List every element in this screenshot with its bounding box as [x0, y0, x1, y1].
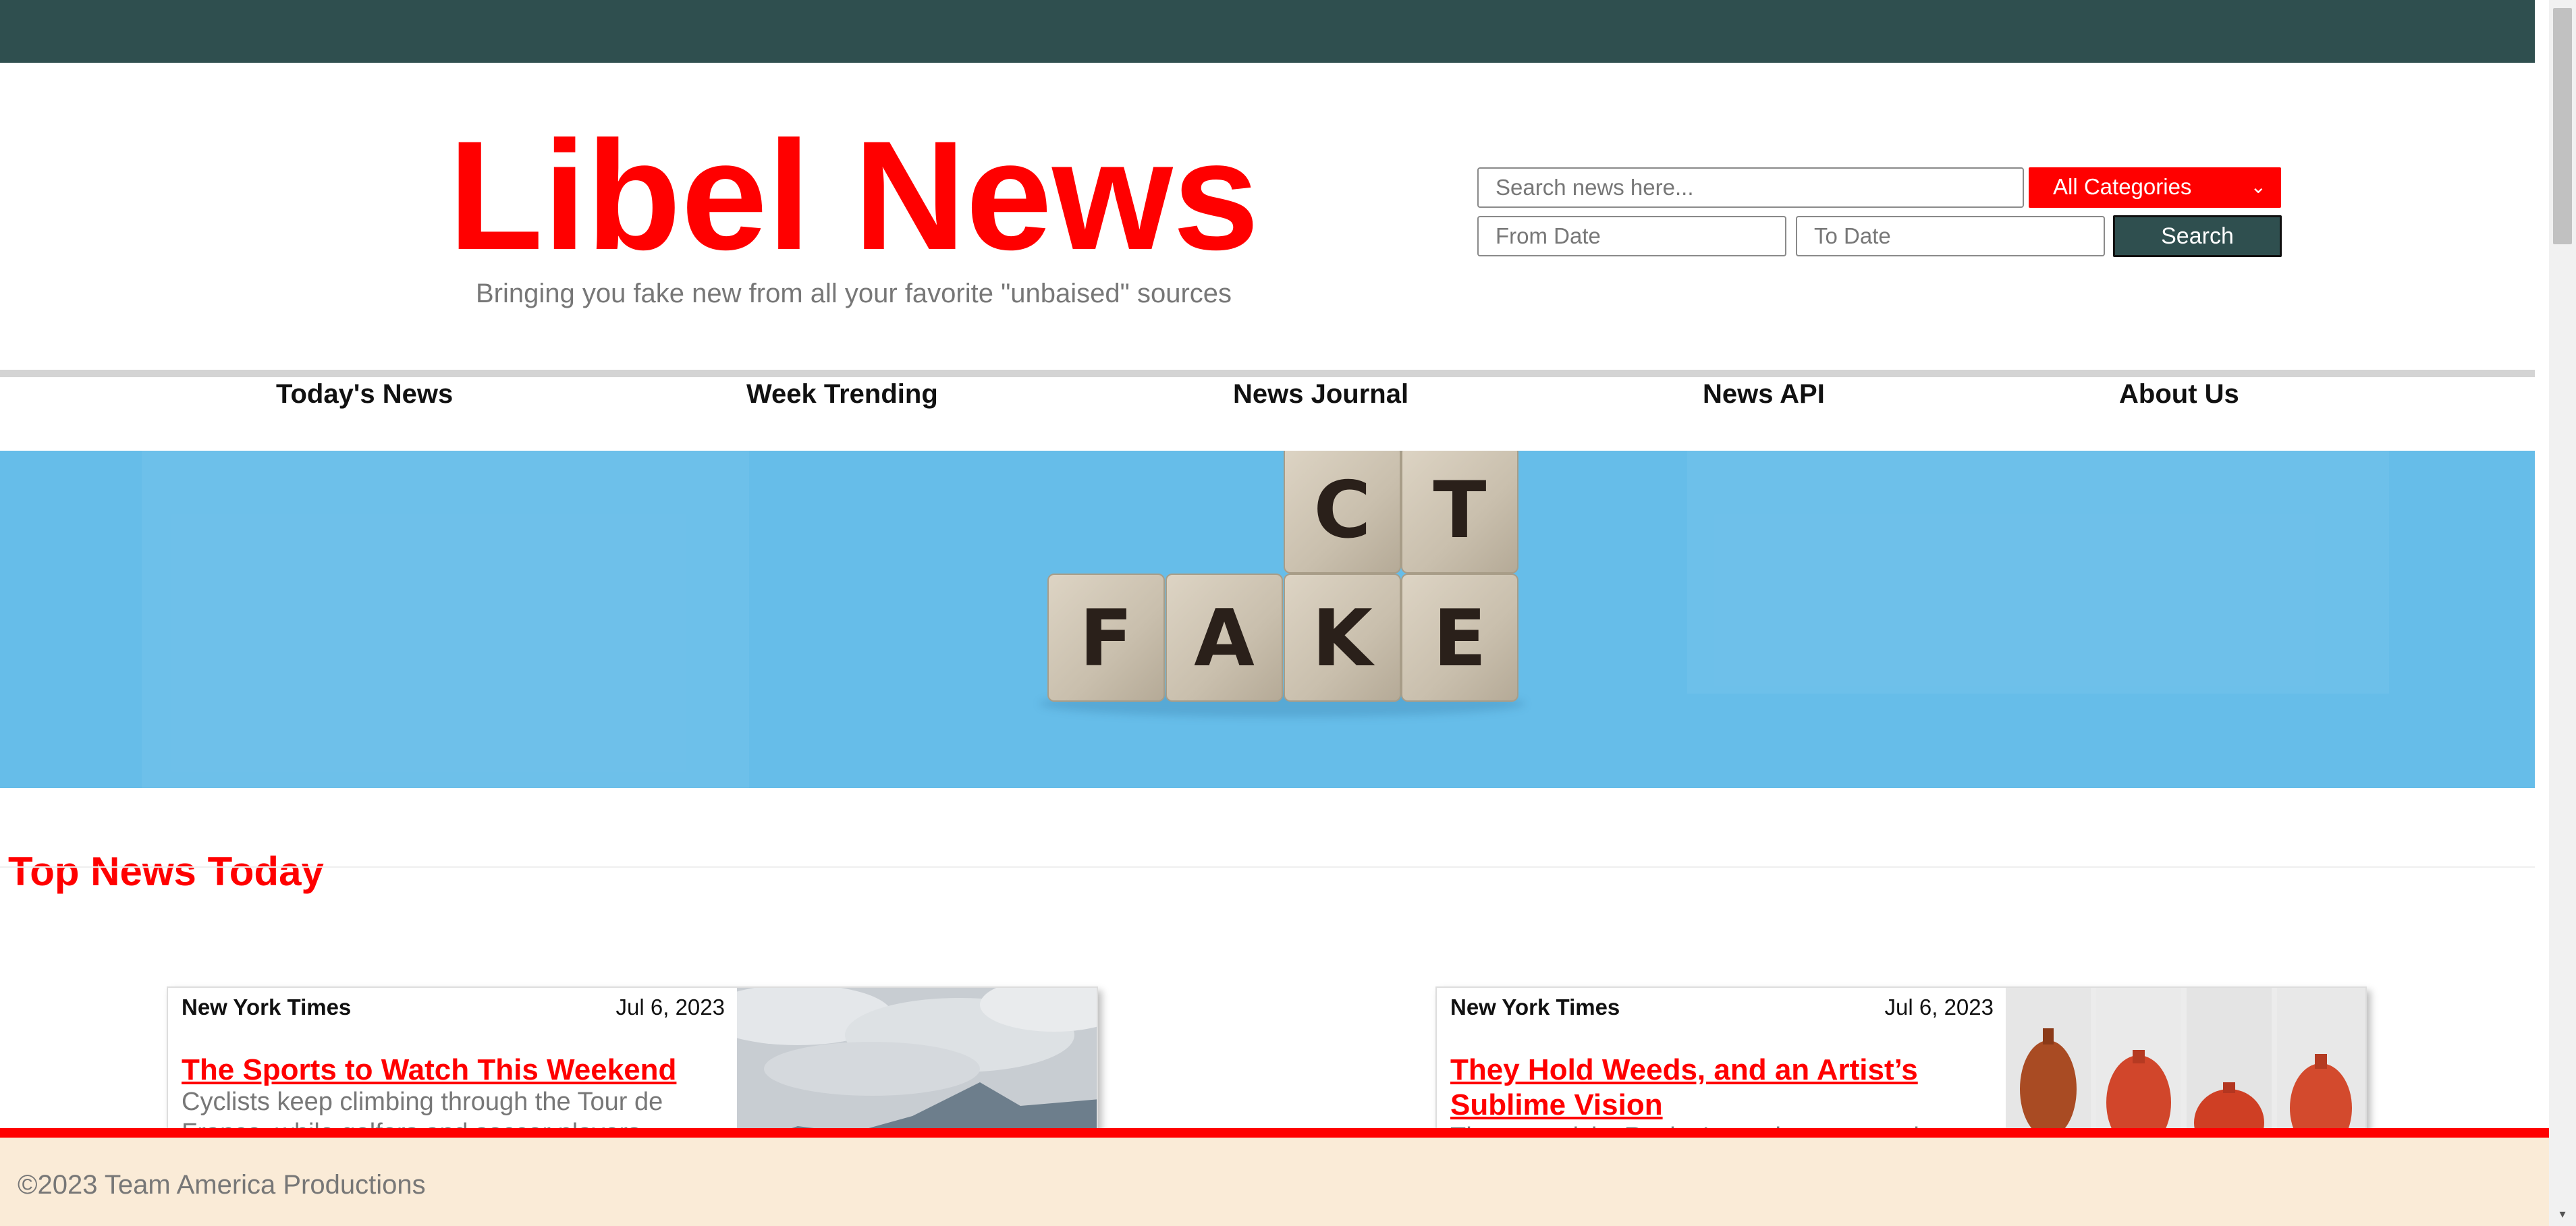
category-select[interactable]: All Categories ⌄ [2029, 167, 2281, 208]
footer-divider [0, 1128, 2549, 1138]
scroll-down-arrow-icon[interactable]: ▾ [2549, 1202, 2576, 1226]
letter-cube: C [1284, 451, 1401, 574]
section-divider [0, 866, 2535, 868]
search-input[interactable] [1477, 167, 2024, 208]
category-select-value: All Categories [2053, 174, 2192, 199]
letter-cube: F [1047, 574, 1165, 702]
article-title-link[interactable]: The Sports to Watch This Weekend [182, 1053, 721, 1088]
nav-item-about-us[interactable]: About Us [2119, 378, 2239, 410]
nav-item-todays-news[interactable]: Today's News [276, 378, 453, 410]
top-bar [0, 0, 2535, 63]
nav-divider [0, 370, 2535, 377]
vertical-scrollbar[interactable]: ▴ ▾ [2549, 0, 2576, 1226]
chevron-down-icon: ⌄ [2250, 176, 2266, 197]
hero-banner: F A K E C T [0, 451, 2535, 788]
nav-item-news-api[interactable]: News API [1703, 378, 1825, 410]
article-source: New York Times [1450, 995, 1620, 1020]
article-source: New York Times [182, 995, 352, 1020]
article-date: Jul 6, 2023 [615, 995, 725, 1020]
to-date-input[interactable] [1796, 216, 2105, 256]
masthead: Libel News Bringing you fake new from al… [0, 63, 2535, 370]
search-button[interactable]: Search [2113, 215, 2282, 257]
article-date: Jul 6, 2023 [1884, 995, 1994, 1020]
letter-cube: E [1401, 574, 1518, 702]
letter-cube: K [1284, 574, 1401, 702]
letter-cube: A [1166, 574, 1283, 702]
hero-panel [142, 451, 749, 788]
footer: ©2023 Team America Productions [0, 1128, 2549, 1226]
section-title: Top News Today [8, 848, 324, 894]
hero-panel [1687, 451, 2389, 694]
nav-item-news-journal[interactable]: News Journal [1233, 378, 1408, 410]
scrollbar-thumb[interactable] [2553, 8, 2572, 244]
site-logo[interactable]: Libel News [0, 118, 1707, 273]
article-title-link[interactable]: They Hold Weeds, and an Artist’s Sublime… [1450, 1053, 1990, 1123]
footer-copyright: ©2023 Team America Productions [18, 1170, 426, 1200]
from-date-input[interactable] [1477, 216, 1786, 256]
letter-cube: T [1401, 451, 1518, 574]
nav-item-week-trending[interactable]: Week Trending [746, 378, 938, 410]
site-tagline: Bringing you fake new from all your favo… [475, 279, 1232, 308]
